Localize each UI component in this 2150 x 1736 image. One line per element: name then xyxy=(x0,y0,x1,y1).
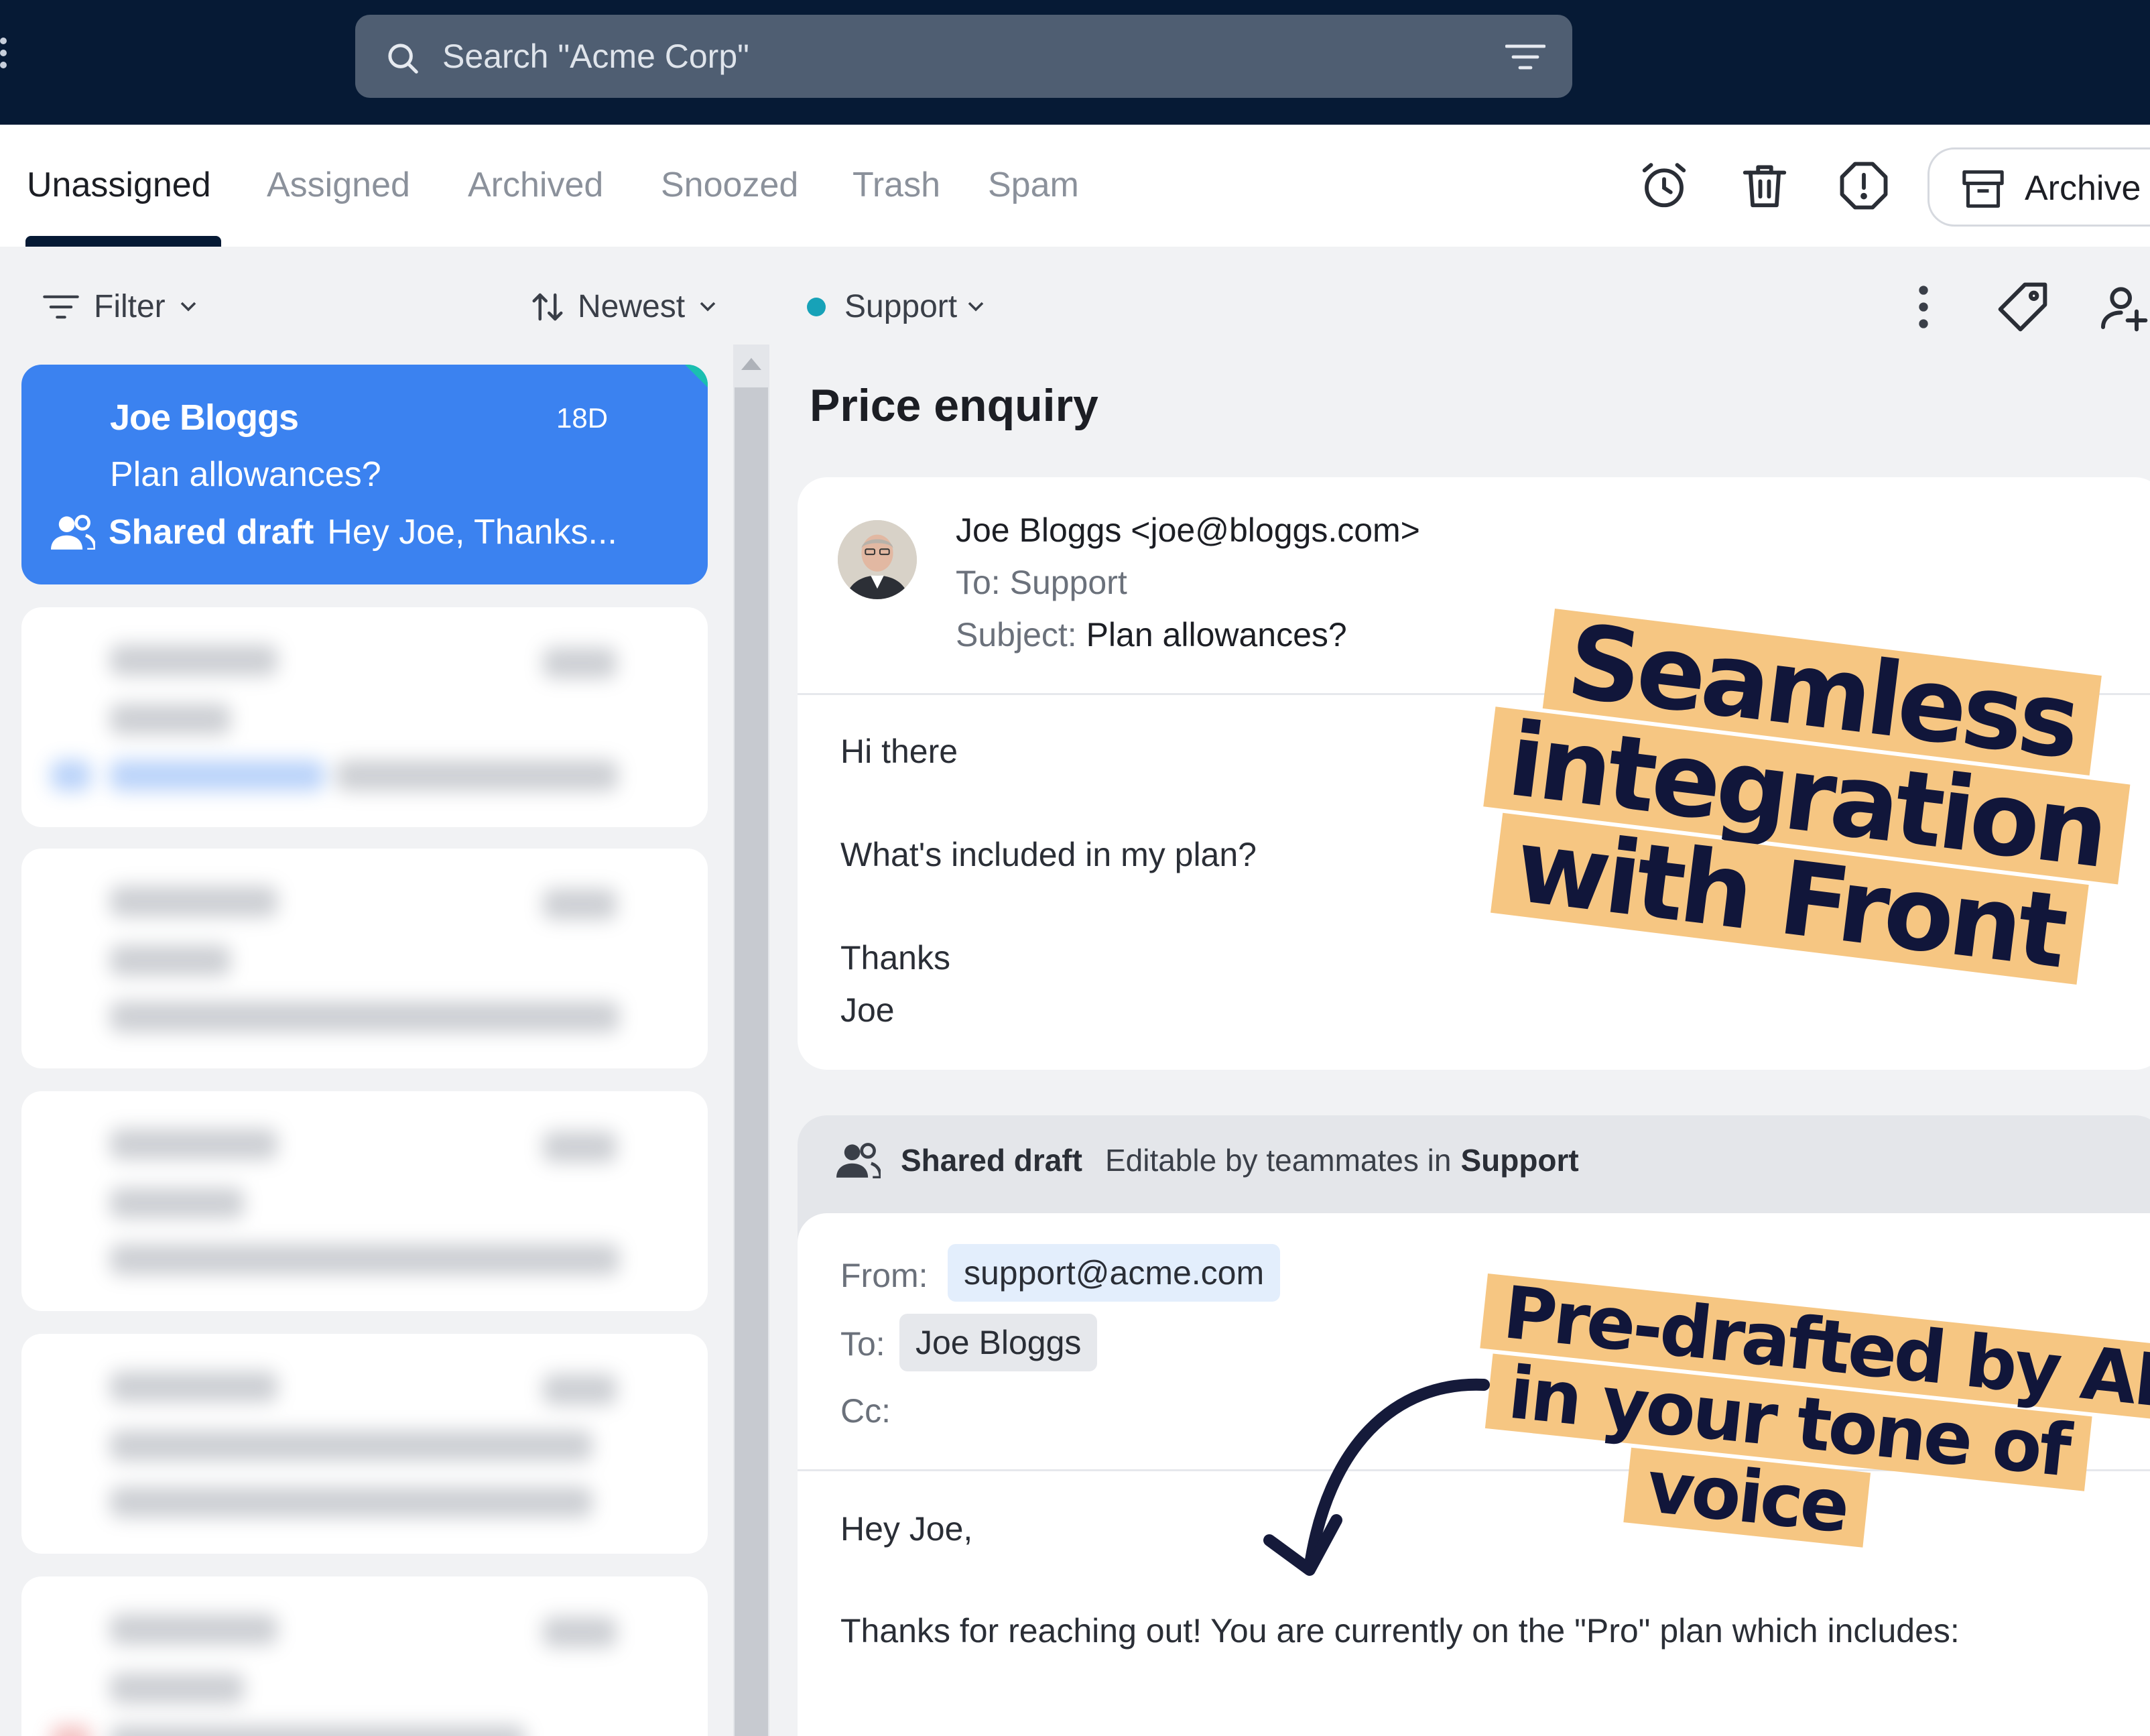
draft-team: Support xyxy=(1460,1143,1579,1178)
integration-callout: Seamless integration with Front xyxy=(1483,602,2143,992)
tab-archived[interactable]: Archived xyxy=(468,165,603,205)
preview-text: Hey Joe, Thanks... xyxy=(327,513,617,552)
inbox-label: Support xyxy=(844,289,958,324)
search-input[interactable] xyxy=(442,15,1448,98)
conversation-title: Price enquiry xyxy=(810,380,1098,431)
more-menu-icon[interactable] xyxy=(0,38,11,78)
tab-unassigned[interactable]: Unassigned xyxy=(27,165,211,205)
shared-draft-header: Shared draft Editable by teammates in Su… xyxy=(836,1142,1602,1178)
inbox-color-dot xyxy=(807,297,826,316)
chevron-down-icon xyxy=(180,302,196,312)
conversation-item-selected[interactable]: Joe Bloggs 18D Plan allowances? Shared d… xyxy=(21,365,708,584)
archive-button[interactable]: Archive xyxy=(1927,147,2150,227)
filter-dropdown[interactable]: Filter xyxy=(43,288,196,325)
from-label: From: xyxy=(840,1257,928,1294)
conversation-item-blurred[interactable] xyxy=(21,849,708,1068)
conversation-date: 18D xyxy=(556,402,609,434)
sender-email: <joe@bloggs.com> xyxy=(1131,511,1420,549)
more-options-icon[interactable] xyxy=(1897,280,1950,334)
sender-name[interactable]: Joe Bloggs xyxy=(956,511,1121,549)
to-label: To: xyxy=(840,1325,885,1363)
archive-box-icon xyxy=(1962,170,2004,208)
conversation-item-blurred[interactable] xyxy=(21,1576,708,1736)
sort-arrows-icon xyxy=(532,293,563,320)
preview-label: Shared draft xyxy=(109,513,314,552)
conversation-sender: Joe Bloggs xyxy=(110,397,299,438)
archive-button-label: Archive xyxy=(2025,169,2141,208)
search-icon xyxy=(388,44,418,74)
conversation-preview: Shared draft Hey Joe, Thanks... xyxy=(51,512,617,552)
message-subject-line: Subject: Plan allowances? xyxy=(956,615,1347,654)
avatar xyxy=(838,520,917,599)
filter-icon xyxy=(43,295,79,318)
conversation-list-scrollbar[interactable] xyxy=(733,345,769,1736)
draft-label: Shared draft xyxy=(901,1143,1082,1178)
message-to-line: To: Support xyxy=(956,564,1127,601)
shared-draft-icon xyxy=(51,515,95,550)
conversation-item-blurred[interactable] xyxy=(21,607,708,827)
cc-field[interactable]: Cc: xyxy=(840,1391,891,1430)
curved-arrow-icon xyxy=(1263,1378,1490,1576)
scroll-up-arrow-icon[interactable] xyxy=(741,358,761,370)
trash-icon[interactable] xyxy=(1738,160,1791,212)
chevron-down-icon xyxy=(700,302,716,312)
filter-label: Filter xyxy=(94,289,166,324)
shared-draft-icon xyxy=(836,1143,881,1178)
top-bar xyxy=(0,0,2150,125)
tabs-bar: Unassigned Assigned Archived Snoozed Tra… xyxy=(0,125,2150,247)
message-body-line: What's included in my plan? xyxy=(840,836,1257,873)
sort-dropdown[interactable]: Newest xyxy=(529,288,716,325)
draft-body-line[interactable]: Hey Joe, xyxy=(840,1509,972,1548)
draft-editable-text: Editable by teammates in xyxy=(1104,1143,1452,1178)
from-chip[interactable]: support@acme.com xyxy=(948,1244,1281,1302)
tab-snoozed[interactable]: Snoozed xyxy=(661,165,798,205)
tab-assigned[interactable]: Assigned xyxy=(267,165,410,205)
draft-body-line[interactable]: Thanks for reaching out! You are current… xyxy=(840,1611,1960,1650)
inbox-selector[interactable]: Support xyxy=(807,288,984,325)
message-body-line: Hi there xyxy=(840,733,958,770)
conversation-subject: Plan allowances? xyxy=(110,455,381,494)
alarm-clock-icon[interactable] xyxy=(1638,160,1690,212)
search-bar[interactable] xyxy=(355,15,1572,98)
conversation-item-blurred[interactable] xyxy=(21,1091,708,1311)
subject-label: Subject: xyxy=(956,616,1077,654)
message-body-line: Joe xyxy=(840,991,895,1029)
chevron-down-icon xyxy=(968,302,984,312)
tab-spam[interactable]: Spam xyxy=(988,165,1079,205)
scrollbar-thumb[interactable] xyxy=(735,387,768,1736)
tag-icon[interactable] xyxy=(1996,280,2049,334)
message-body-line: Thanks xyxy=(840,939,950,977)
active-tab-indicator xyxy=(25,236,221,247)
message-from-line: Joe Bloggs <joe@bloggs.com> xyxy=(956,511,1420,550)
search-filter-icon[interactable] xyxy=(1505,43,1545,71)
tab-trash[interactable]: Trash xyxy=(852,165,940,205)
assign-user-icon[interactable] xyxy=(2096,280,2150,334)
conversation-item-blurred[interactable] xyxy=(21,1334,708,1554)
recipient-chip[interactable]: Joe Bloggs xyxy=(899,1314,1098,1371)
unread-corner-marker xyxy=(685,365,708,387)
sort-label: Newest xyxy=(578,289,686,324)
spam-alert-icon[interactable] xyxy=(1838,160,1890,212)
subject-value: Plan allowances? xyxy=(1086,616,1347,654)
